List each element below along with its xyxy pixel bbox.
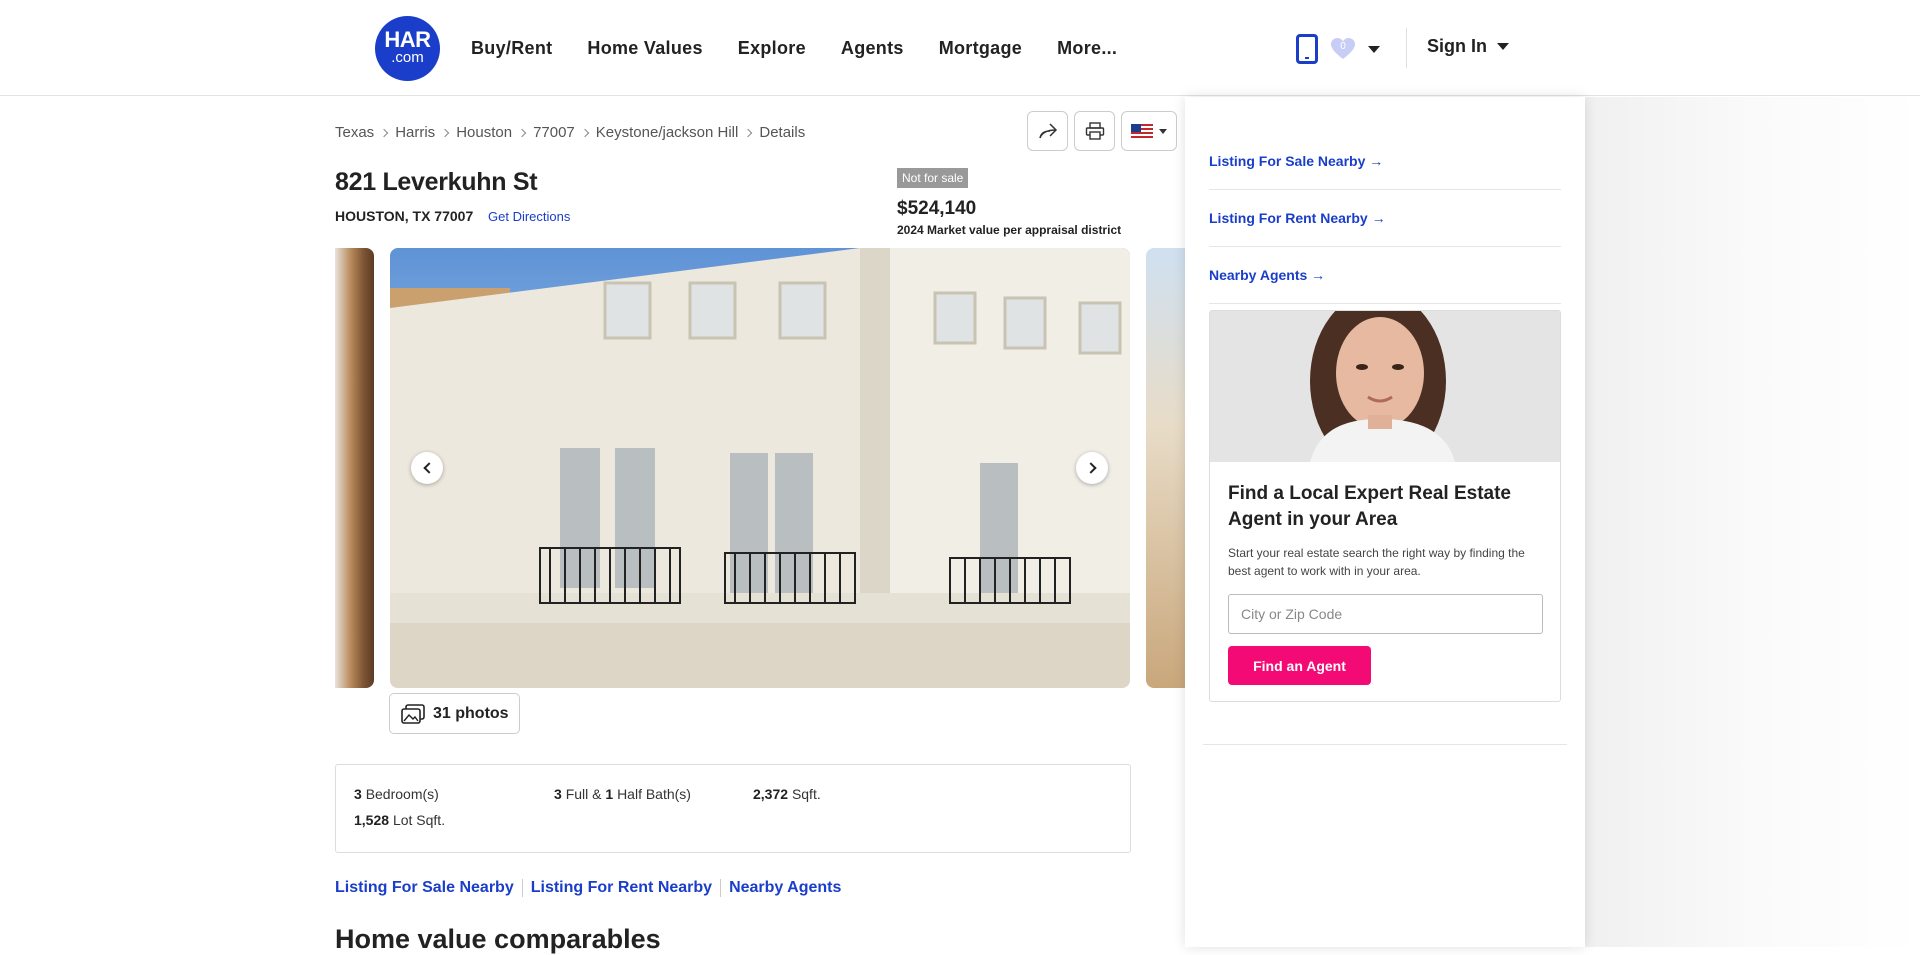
city-zip-input[interactable] [1228,594,1543,634]
mobile-app-icon[interactable] [1296,34,1318,64]
breadcrumb: Texas Harris Houston 77007 Keystone/jack… [335,124,805,141]
share-icon [1038,123,1057,139]
breadcrumb-details: Details [759,124,806,141]
header-actions: 0 [1296,34,1380,64]
half-baths-label: Half Bath(s) [617,786,691,802]
link-rent-nearby[interactable]: Listing For Rent Nearby [531,879,712,897]
photos-count-label: 31 photos [433,704,509,722]
property-facts: 3 Bedroom(s) 3 Full & 1 Half Bath(s) 2,3… [335,764,1131,853]
favorites-count: 0 [1340,41,1346,52]
nearby-links: Listing For Sale Nearby Listing For Rent… [335,879,841,897]
print-button[interactable] [1074,111,1115,151]
link-divider [521,879,523,897]
gallery-prev-button[interactable] [411,452,443,484]
chevron-right-icon [379,128,389,137]
favorites-heart-icon[interactable]: 0 [1330,37,1356,61]
site-header: HAR .com Buy/Rent Home Values Explore Ag… [0,0,1920,96]
sqft-value: 2,372 [753,786,789,802]
agent-photo [1210,311,1560,462]
breadcrumb-zip[interactable]: 77007 [533,124,575,141]
header-divider [1406,28,1407,68]
sidebar-sale-nearby-link[interactable]: Listing For Sale Nearby → [1209,153,1561,190]
logo-text-sub: .com [391,49,424,66]
nav-explore[interactable]: Explore [738,38,806,59]
chevron-right-icon [580,128,590,137]
breadcrumb-harris[interactable]: Harris [395,124,435,141]
listing-tools [1027,111,1177,151]
fact-sqft: 2,372 Sqft. [753,786,821,802]
share-button[interactable] [1027,111,1068,151]
gallery-next-button[interactable] [1076,452,1108,484]
breadcrumb-subdivision[interactable]: Keystone/jackson Hill [596,124,739,141]
status-badge: Not for sale [897,168,969,188]
sign-in-label: Sign In [1427,36,1487,56]
chevron-right-icon [1084,462,1097,474]
nav-agents[interactable]: Agents [841,38,904,59]
gallery-main-photo[interactable] [390,248,1130,688]
chevron-down-icon [1497,43,1509,50]
chevron-right-icon [744,128,753,137]
gallery-prev-photo[interactable] [335,248,374,688]
nav-mortgage[interactable]: Mortgage [939,38,1022,59]
fact-lot: 1,528 Lot Sqft. [354,812,445,828]
house-photo-image [390,248,1130,688]
right-sidebar: Listing For Sale Nearby → Listing For Re… [1185,97,1585,947]
nav-buy-rent[interactable]: Buy/Rent [471,38,552,59]
link-nearby-agents[interactable]: Nearby Agents [729,879,841,897]
logo-text-main: HAR [384,27,431,52]
agent-portrait-image [1210,311,1560,462]
view-photos-button[interactable]: 31 photos [389,693,520,734]
sidebar-divider [1203,744,1567,745]
nav-home-values[interactable]: Home Values [587,38,702,59]
language-selector[interactable] [1121,111,1177,151]
listing-price: $524,140 [897,198,977,219]
main-nav: Buy/Rent Home Values Explore Agents Mort… [471,38,1152,59]
chevron-down-icon[interactable] [1368,45,1380,53]
us-flag-icon [1131,124,1153,138]
half-baths-value: 1 [605,786,614,802]
full-baths-label: Full & [565,786,602,802]
gallery-next-photo[interactable] [1146,248,1186,688]
get-directions-link[interactable]: Get Directions [488,209,570,224]
chevron-down-icon [1159,128,1167,134]
find-agent-button[interactable]: Find an Agent [1228,646,1371,685]
card-title: Find a Local Expert Real Estate Agent in… [1228,483,1511,530]
sidebar-nearby-agents-link[interactable]: Nearby Agents → [1209,267,1561,304]
listing-city: HOUSTON, TX 77007 [335,208,474,224]
chevron-right-icon [517,128,527,137]
fact-bedrooms: 3 Bedroom(s) [354,786,439,802]
photos-icon [401,703,425,724]
print-icon [1085,122,1104,140]
find-agent-card: Find a Local Expert Real Estate Agent in… [1209,310,1561,702]
card-description: Start your real estate search the right … [1228,546,1525,578]
price-note: 2024 Market value per appraisal district [897,223,1122,237]
lot-label: Lot Sqft. [392,812,446,828]
listing-address: 821 Leverkuhn St [335,168,538,196]
sidebar-rent-nearby-link[interactable]: Listing For Rent Nearby → [1209,210,1561,247]
sqft-label: Sqft. [791,786,821,802]
lot-value: 1,528 [354,812,390,828]
bedrooms-value: 3 [354,786,362,802]
breadcrumb-texas[interactable]: Texas [335,124,374,141]
bedrooms-label: Bedroom(s) [365,786,439,802]
sign-in-button[interactable]: Sign In [1427,36,1509,57]
section-title: Home value comparables [335,924,661,954]
breadcrumb-houston[interactable]: Houston [456,124,512,141]
chevron-left-icon [422,462,435,474]
fact-baths: 3 Full & 1 Half Bath(s) [554,786,691,802]
har-logo[interactable]: HAR .com [375,16,440,81]
chevron-right-icon [440,128,450,137]
link-sale-nearby[interactable]: Listing For Sale Nearby [335,879,514,897]
sidebar-backdrop [1585,97,1920,947]
full-baths-value: 3 [554,786,562,802]
nav-more[interactable]: More... [1057,38,1117,59]
link-divider [720,879,722,897]
